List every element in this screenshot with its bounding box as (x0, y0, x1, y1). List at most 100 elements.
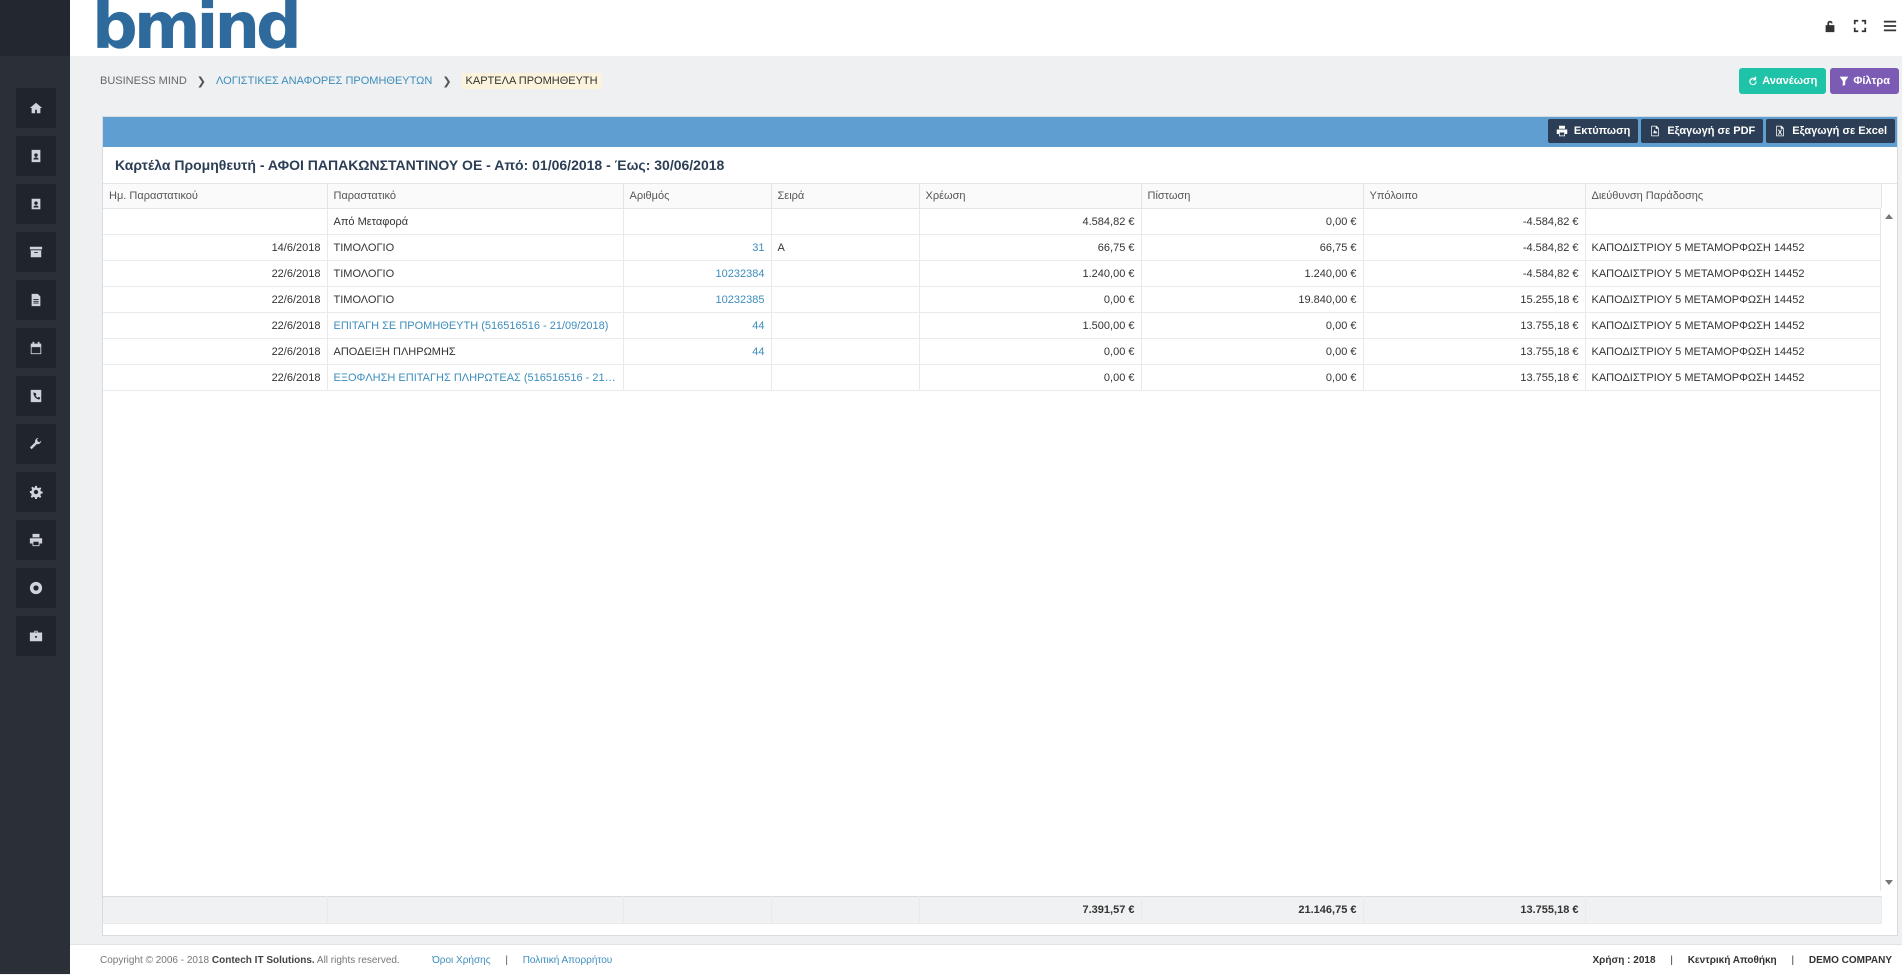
sidebar-item-phonebook[interactable] (16, 376, 56, 416)
sidebar-item-documents[interactable] (16, 280, 56, 320)
cell-address: ΚΑΠΟΔΙΣΤΡΙΟΥ 5 ΜΕΤΑΜΟΡΦΩΣΗ 14452 (1585, 312, 1882, 339)
cell-credit: 0,00 € (1141, 364, 1364, 391)
sidebar-item-calendar[interactable] (16, 328, 56, 368)
chevron-right-icon: ❯ (442, 75, 452, 88)
column-header-series[interactable]: Σειρά (771, 184, 920, 209)
report-panel-header: Εκτύπωση Εξαγωγή σε PDF Εξαγωγή σε Excel (103, 117, 1897, 147)
sidebar-item-settings[interactable] (16, 472, 56, 512)
warehouse[interactable]: Κεντρική Αποθήκη (1688, 955, 1777, 966)
report-panel: Εκτύπωση Εξαγωγή σε PDF Εξαγωγή σε Excel… (102, 116, 1898, 936)
footer-context: Χρήση : 2018 | Κεντρική Αποθήκη | DEMO C… (1592, 955, 1892, 966)
cell-document: Από Μεταφορά (327, 208, 624, 235)
cell-number-link[interactable]: 31 (623, 234, 772, 261)
export-excel-button[interactable]: Εξαγωγή σε Excel (1766, 119, 1895, 143)
table-row[interactable]: 22/6/2018 ΑΠΟΔΕΙΞΗ ΠΛΗΡΩΜΗΣ 44 0,00 € 0,… (103, 338, 1882, 365)
cell-debit: 0,00 € (919, 286, 1142, 313)
sidebar-item-home[interactable] (16, 88, 56, 128)
table-row[interactable]: 22/6/2018 ΕΞΟΦΛΗΣΗ ΕΠΙΤΑΓΗΣ ΠΛΗΡΩΤΕΑΣ (5… (103, 364, 1882, 391)
column-header-debit[interactable]: Χρέωση (919, 184, 1142, 209)
cell-address: ΚΑΠΟΔΙΣΤΡΙΟΥ 5 ΜΕΤΑΜΟΡΦΩΣΗ 14452 (1585, 338, 1882, 365)
printer-icon (1556, 125, 1568, 137)
cell-date: 22/6/2018 (103, 338, 328, 365)
table-row[interactable]: 14/6/2018 ΤΙΜΟΛΟΓΙΟ 31 Α 66,75 € 66,75 €… (103, 234, 1882, 261)
report-grid: Ημ. Παραστατικού Παραστατικό Αριθμός Σει… (103, 184, 1897, 891)
company-name[interactable]: DEMO COMPANY (1809, 955, 1892, 966)
wrench-icon (29, 437, 42, 450)
cell-balance: 15.255,18 € (1363, 286, 1586, 313)
cell-balance: 13.755,18 € (1363, 364, 1586, 391)
scroll-down-icon[interactable] (1885, 880, 1893, 885)
cell-number-link[interactable]: 44 (623, 338, 772, 365)
cell-address (1585, 208, 1882, 235)
pdf-file-icon (1651, 125, 1660, 137)
copyright-company: Contech IT Solutions. (211, 955, 315, 966)
table-row[interactable]: Από Μεταφορά 4.584,82 € 0,00 € -4.584,82… (103, 208, 1882, 235)
sidebar-nav (0, 56, 70, 656)
calendar-icon (30, 341, 42, 355)
totals-empty (103, 896, 328, 924)
cell-document-link[interactable]: ΕΠΙΤΑΓΗ ΣΕ ΠΡΟΜΗΘΕΥΤΗ (516516516 - 21/09… (327, 312, 624, 339)
column-header-balance[interactable]: Υπόλοιπο (1363, 184, 1586, 209)
cell-number-link[interactable]: 10232384 (623, 260, 772, 287)
sidebar (0, 0, 70, 974)
cell-debit: 66,75 € (919, 234, 1142, 261)
totals-empty (771, 896, 920, 924)
sidebar-item-support[interactable] (16, 568, 56, 608)
breadcrumb-home[interactable]: BUSINESS MIND (100, 75, 187, 87)
brand-logo[interactable]: bmind (92, 0, 302, 59)
lock-button[interactable] (1822, 18, 1838, 34)
column-header-credit[interactable]: Πίστωση (1141, 184, 1364, 209)
breadcrumb-bar: BUSINESS MIND ❯ ΛΟΓΙΣΤΙΚΕΣ ΑΝΑΦΟΡΕΣ ΠΡΟΜ… (70, 56, 1902, 104)
column-header-address[interactable]: Διεύθυνση Παράδοσης (1585, 184, 1882, 209)
privacy-link[interactable]: Πολιτική Απορρήτου (523, 955, 613, 966)
table-row[interactable]: 22/6/2018 ΤΙΜΟΛΟΓΙΟ 10232384 1.240,00 € … (103, 260, 1882, 287)
print-button[interactable]: Εκτύπωση (1547, 119, 1639, 143)
table-row[interactable]: 22/6/2018 ΕΠΙΤΑΓΗ ΣΕ ΠΡΟΜΗΘΕΥΤΗ (5165165… (103, 312, 1882, 339)
column-header-document[interactable]: Παραστατικό (327, 184, 624, 209)
cell-document: ΤΙΜΟΛΟΓΙΟ (327, 234, 624, 261)
sidebar-header (0, 0, 70, 56)
export-pdf-button[interactable]: Εξαγωγή σε PDF (1641, 119, 1764, 143)
filter-button[interactable]: Φίλτρα (1830, 68, 1899, 94)
footer-divider: | (505, 955, 508, 966)
terms-link[interactable]: Όροι Χρήσης (432, 955, 490, 966)
sidebar-item-print[interactable] (16, 520, 56, 560)
sidebar-item-customers[interactable] (16, 184, 56, 224)
cell-document-link[interactable]: ΕΞΟΦΛΗΣΗ ΕΠΙΤΑΓΗΣ ΠΛΗΡΩΤΕΑΣ (516516516 -… (327, 364, 624, 391)
cell-number-link[interactable]: 44 (623, 312, 772, 339)
cell-credit: 66,75 € (1141, 234, 1364, 261)
cell-number-link[interactable]: 10232385 (623, 286, 772, 313)
briefcase-icon (29, 630, 43, 642)
column-header-date[interactable]: Ημ. Παραστατικού (103, 184, 328, 209)
sidebar-item-inventory[interactable] (16, 232, 56, 272)
cell-address: ΚΑΠΟΔΙΣΤΡΙΟΥ 5 ΜΕΤΑΜΟΡΦΩΣΗ 14452 (1585, 364, 1882, 391)
vertical-scrollbar[interactable] (1880, 208, 1897, 891)
sidebar-item-business[interactable] (16, 616, 56, 656)
table-row[interactable]: 22/6/2018 ΤΙΜΟΛΟΓΙΟ 10232385 0,00 € 19.8… (103, 286, 1882, 313)
cell-series: Α (771, 234, 920, 261)
printer-icon (29, 533, 43, 547)
fullscreen-button[interactable] (1852, 18, 1868, 34)
sidebar-item-contacts[interactable] (16, 136, 56, 176)
cell-series (771, 286, 920, 313)
copyright-text: Copyright © 2006 - 2018 (100, 955, 210, 966)
cell-credit: 0,00 € (1141, 208, 1364, 235)
breadcrumb-current: ΚΑΡΤΕΛΑ ΠΡΟΜΗΘΕΥΤΗ (461, 73, 602, 89)
menu-button[interactable] (1882, 18, 1898, 34)
total-balance: 13.755,18 € (1363, 896, 1586, 924)
cell-date: 22/6/2018 (103, 312, 328, 339)
scroll-up-icon[interactable] (1885, 214, 1893, 219)
phone-book-icon (30, 389, 42, 403)
sidebar-item-tools[interactable] (16, 424, 56, 464)
totals-empty (623, 896, 772, 924)
breadcrumb-reports[interactable]: ΛΟΓΙΣΤΙΚΕΣ ΑΝΑΦΟΡΕΣ ΠΡΟΜΗΘΕΥΤΩΝ (216, 75, 432, 87)
totals-empty (1585, 896, 1882, 924)
cell-date: 22/6/2018 (103, 260, 328, 287)
cell-debit: 1.500,00 € (919, 312, 1142, 339)
total-debit: 7.391,57 € (919, 896, 1142, 924)
cell-date: 14/6/2018 (103, 234, 328, 261)
column-header-number[interactable]: Αριθμός (623, 184, 772, 209)
refresh-button[interactable]: Ανανέωση (1739, 68, 1827, 94)
fiscal-year[interactable]: Χρήση : 2018 (1592, 955, 1655, 966)
cell-number (623, 208, 772, 235)
